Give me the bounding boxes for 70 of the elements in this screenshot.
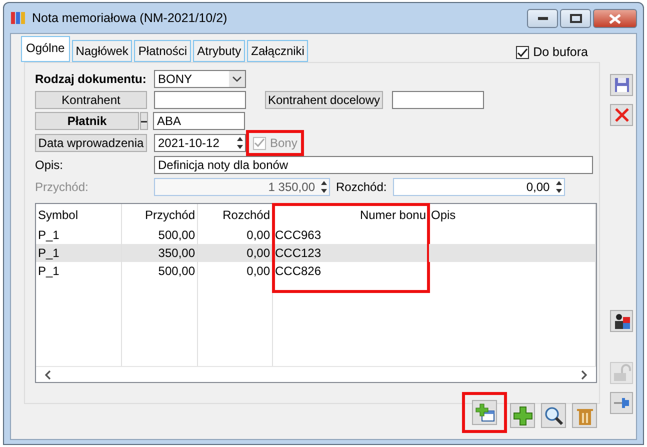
spinner-icon[interactable]	[235, 135, 245, 151]
dash-icon	[141, 120, 147, 123]
input-field[interactable]: ABA	[153, 112, 245, 130]
close-button[interactable]	[593, 9, 637, 28]
tab[interactable]: Załączniki	[247, 40, 308, 62]
column-header[interactable]: Numer bonu	[273, 204, 428, 226]
maximize-button[interactable]	[560, 9, 591, 28]
platnik-button[interactable]: Płatnik	[35, 112, 139, 130]
table-cell-text: CCC963	[274, 227, 322, 244]
save-icon	[614, 77, 630, 93]
cancel-button[interactable]	[610, 104, 633, 126]
add-window-icon	[474, 402, 494, 422]
spinner-icon[interactable]	[554, 179, 564, 195]
kontrahent-button[interactable]: Kontrahent	[35, 91, 147, 109]
table-cell: 0,00	[198, 244, 272, 262]
padlock-icon	[612, 364, 630, 382]
maximize-icon	[570, 14, 582, 23]
input-field[interactable]: Definicja noty dla bonów	[154, 156, 593, 174]
field-label: Rodzaj dokumentu:	[35, 71, 148, 88]
table-cell-text: 500,00	[157, 263, 196, 280]
pin-button[interactable]	[610, 392, 633, 414]
checkbox[interactable]	[516, 46, 530, 60]
table-cell: CCC123	[273, 244, 428, 262]
spinner-icon[interactable]	[319, 179, 329, 195]
column-header[interactable]: Przychód	[122, 204, 197, 226]
checkbox-label: Do bufora	[533, 44, 588, 62]
tab[interactable]: Nagłówek	[72, 40, 132, 62]
amount-field[interactable]: 0,00	[392, 178, 565, 196]
tab[interactable]: Płatności	[134, 40, 192, 62]
window-title: Nota memoriałowa (NM-2021/10/2)	[32, 10, 228, 27]
add-button[interactable]	[510, 403, 535, 428]
table-cell: P_1	[36, 244, 121, 262]
minimize-icon	[538, 16, 548, 20]
horizontal-scrollbar[interactable]	[36, 366, 596, 382]
data-wprowadzenia-button[interactable]: Data wprowadzenia	[35, 134, 147, 152]
tab[interactable]: Atrybuty	[193, 40, 246, 62]
pin-icon	[612, 396, 630, 410]
checkbox-label: Bony	[270, 135, 298, 152]
dropdown-button[interactable]	[140, 112, 148, 130]
table-cell-text: P_1	[37, 263, 60, 280]
save-button[interactable]	[610, 74, 633, 96]
add-window-button[interactable]	[472, 400, 497, 425]
field-label: Rozchód:	[336, 179, 387, 196]
close-icon	[609, 14, 621, 24]
person-icon	[612, 312, 630, 330]
search-icon	[544, 406, 564, 426]
app-icon	[10, 10, 26, 26]
column-header[interactable]: Symbol	[36, 204, 121, 226]
minimize-button[interactable]	[527, 9, 558, 28]
kontrahent-docelowy-button[interactable]: Kontrahent docelowy	[265, 91, 383, 109]
date-field[interactable]: 2021-10-12	[154, 134, 246, 152]
search-button[interactable]	[541, 403, 566, 428]
table-cell-text: CCC826	[274, 263, 322, 280]
table-cell: 350,00	[122, 244, 197, 262]
close-icon	[614, 107, 630, 123]
table-cell-text: P_1	[37, 227, 60, 244]
field-label: Przychód:	[35, 179, 90, 196]
column-header[interactable]: Rozchód	[198, 204, 272, 226]
add-icon	[512, 406, 532, 426]
table-cell-text: 500,00	[157, 227, 196, 244]
column-header[interactable]: Opis	[429, 204, 595, 226]
input-field[interactable]	[154, 91, 246, 109]
table-cell-text: 0,00	[246, 263, 271, 280]
field-label: Opis:	[35, 157, 64, 174]
table-cell-text: 0,00	[246, 227, 271, 244]
person-button[interactable]	[610, 310, 633, 332]
document-type-dropdown[interactable]: BONY	[154, 70, 246, 88]
dropdown-caret-icon[interactable]	[229, 71, 245, 87]
input-field[interactable]	[392, 91, 484, 109]
tab[interactable]: Ogólne	[21, 36, 70, 62]
